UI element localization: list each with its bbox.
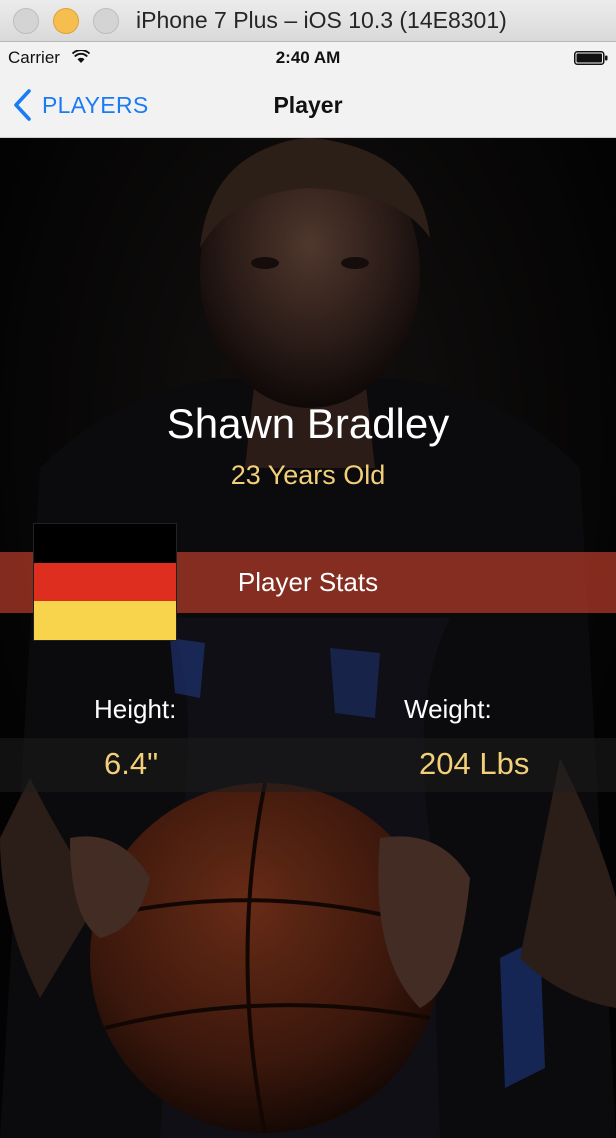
- height-label: Height:: [94, 694, 177, 724]
- player-name: Shawn Bradley: [166, 400, 450, 447]
- country-flag-icon: [33, 523, 177, 641]
- simulator-title-bar: iPhone 7 Plus – iOS 10.3 (14E8301): [0, 0, 616, 42]
- flag-stripe-black: [34, 524, 176, 563]
- player-detail-view: Shawn Bradley 23 Years Old Player Stats …: [0, 138, 616, 1138]
- status-time: 2:40 AM: [275, 48, 341, 67]
- flag-stripe-gold: [34, 601, 176, 641]
- page-title: Player: [273, 92, 343, 118]
- player-age: 23 Years Old: [230, 460, 386, 490]
- height-value: 6.4": [104, 746, 159, 781]
- navigation-bar: PLAYERS Player: [0, 72, 616, 138]
- window-title: iPhone 7 Plus – iOS 10.3 (14E8301): [136, 7, 507, 33]
- status-bar: Carrier 2:40 AM: [0, 42, 616, 72]
- window-minimize-button[interactable]: [53, 8, 79, 34]
- weight-value: 204 Lbs: [419, 746, 530, 781]
- window-zoom-button[interactable]: [93, 8, 119, 34]
- battery-icon: [574, 51, 608, 65]
- window-close-button[interactable]: [13, 8, 39, 34]
- flag-stripe-red: [34, 562, 176, 602]
- weight-label: Weight:: [404, 694, 492, 724]
